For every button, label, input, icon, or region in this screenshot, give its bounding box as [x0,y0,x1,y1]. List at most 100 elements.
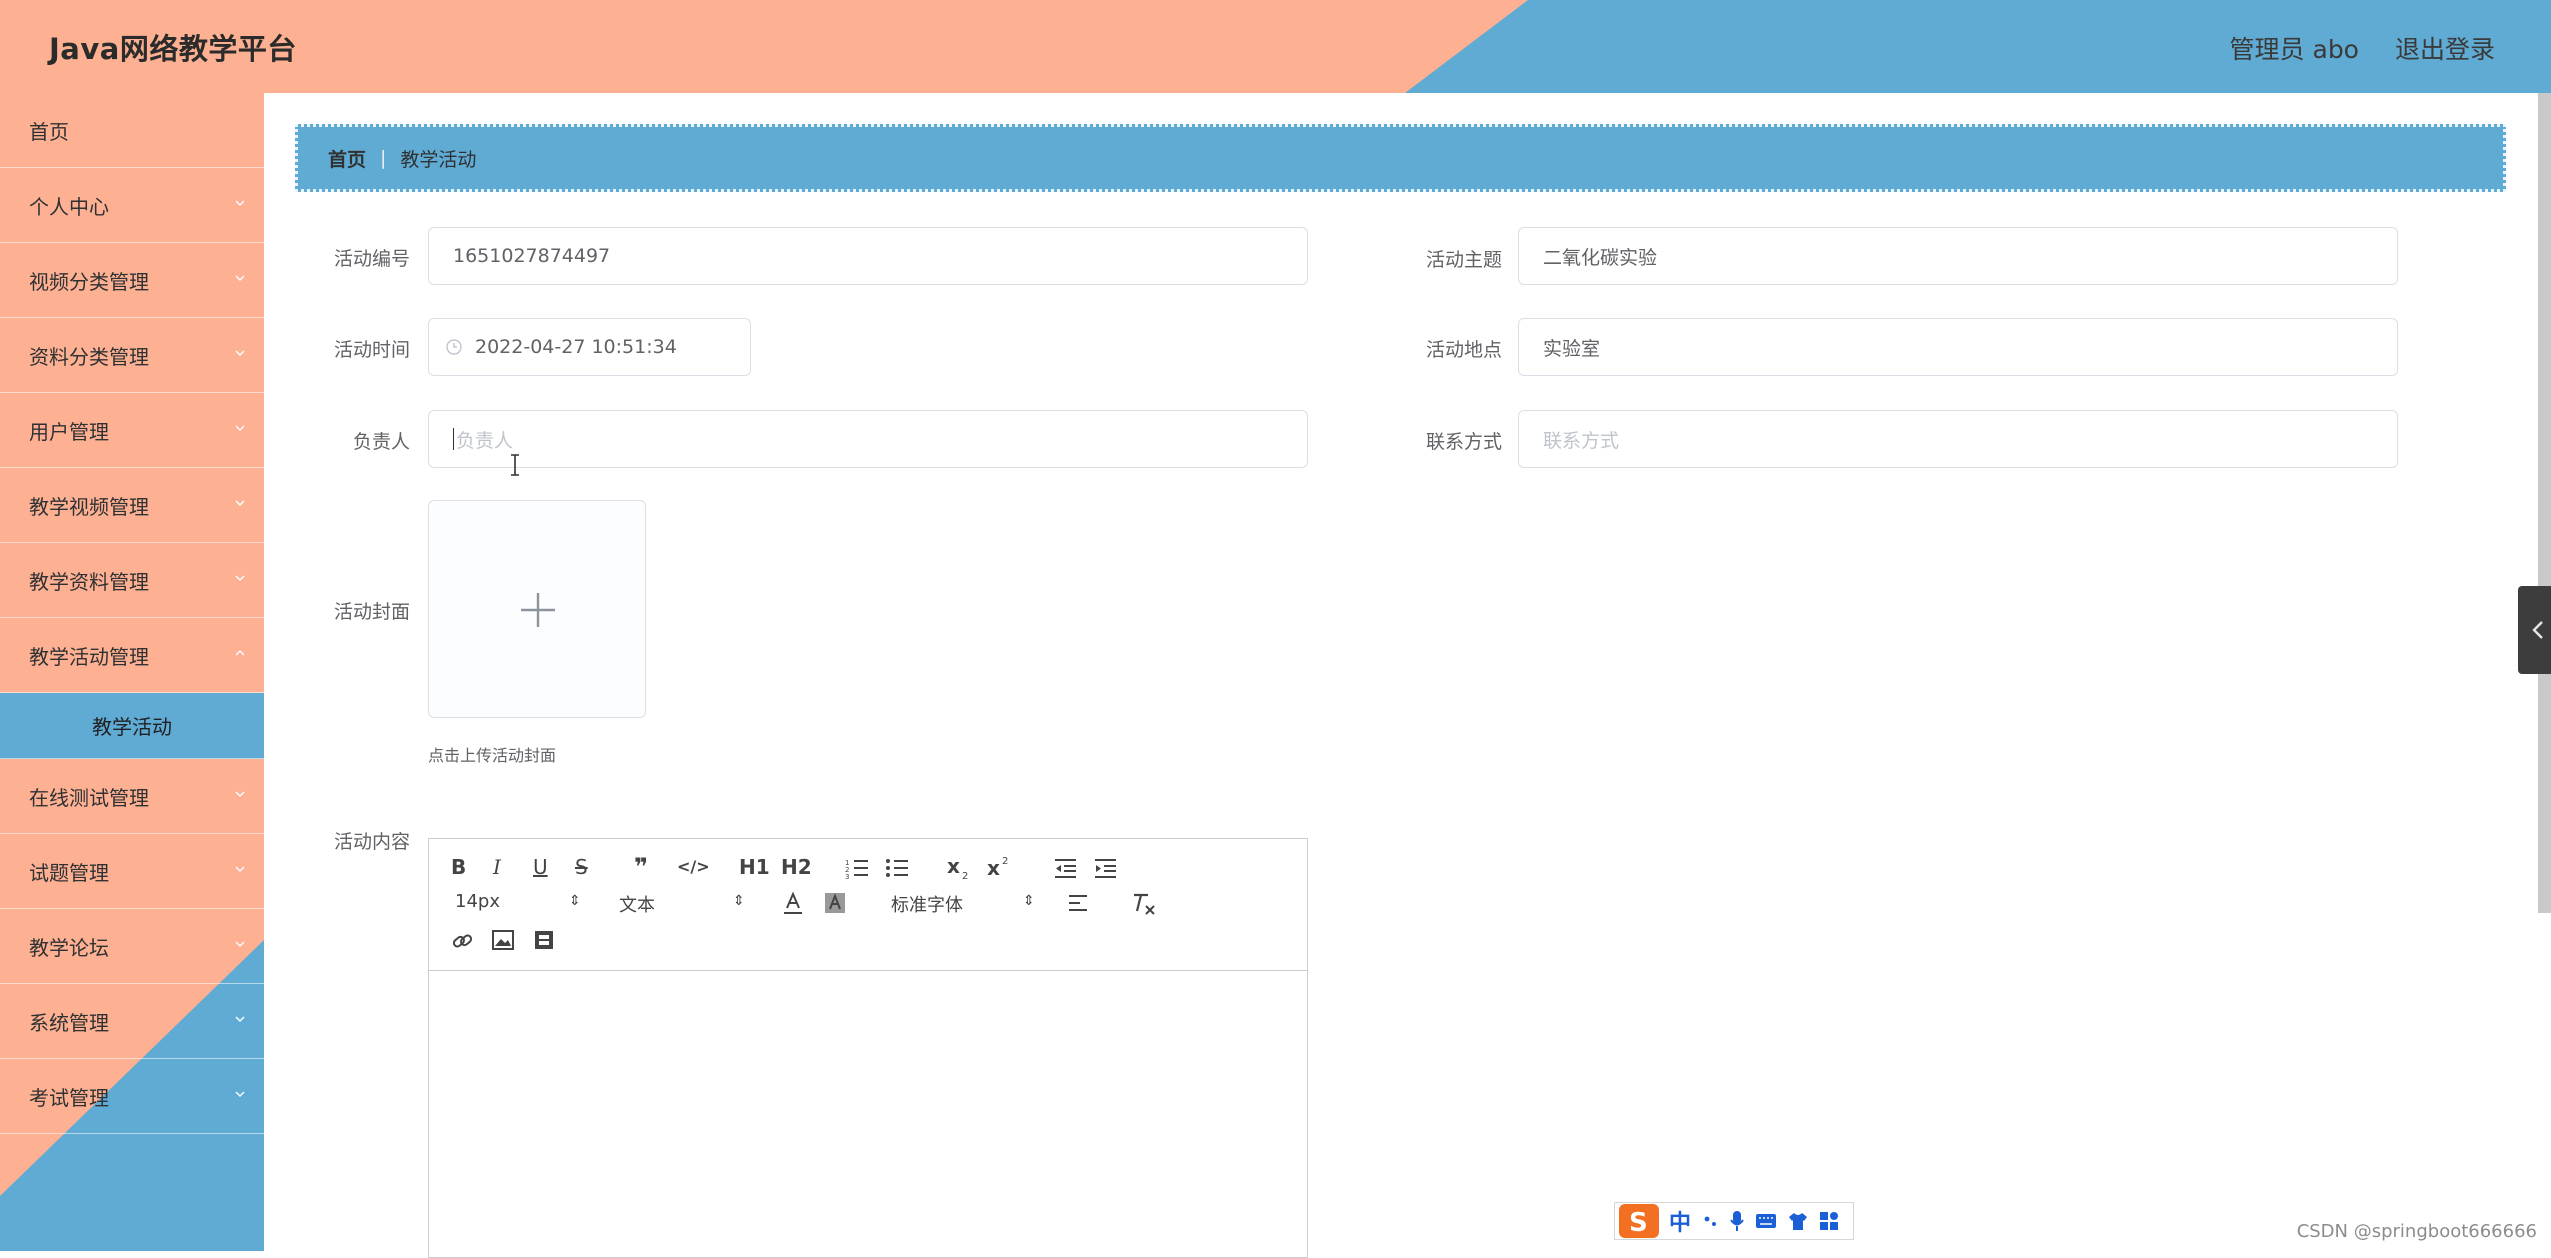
clear-format-icon[interactable] [1131,891,1157,917]
sidebar-item[interactable]: 教学活动管理 [0,618,264,693]
sidebar-item[interactable]: 个人中心 [0,168,264,243]
indent-icon[interactable] [1093,857,1117,879]
outdent-icon[interactable] [1053,857,1077,879]
chevron-down-icon [235,1091,245,1097]
select-arrows-icon: ⇕ [569,893,581,909]
text-color-icon[interactable] [781,891,805,915]
breadcrumb: 首页 | 教学活动 [295,124,2506,192]
location-field[interactable]: 实验室 [1518,318,2398,376]
sidebar-item-label: 教学论坛 [29,935,109,960]
sogou-logo-icon[interactable]: S [1619,1204,1659,1238]
leader-field[interactable]: 负责人 [428,410,1308,468]
header-select-value: 文本 [619,895,655,916]
sidebar-item[interactable]: 考试管理 [0,1059,264,1134]
chevron-down-icon [235,200,245,206]
subscript-icon[interactable]: x 2 [947,855,973,881]
chevron-down-icon [235,275,245,281]
svg-text:3: 3 [845,873,849,879]
cover-uploader[interactable] [428,500,646,718]
header-select[interactable]: 文本 ⇕ [619,891,749,917]
select-arrows-icon: ⇕ [1023,893,1035,909]
ordered-list-icon[interactable]: 1 2 3 [845,857,869,879]
link-icon[interactable] [451,929,475,953]
time-label: 活动时间 [333,339,410,361]
font-family-value: 标准字体 [891,895,963,916]
sidebar-item[interactable]: 教学论坛 [0,909,264,984]
leader-placeholder: 负责人 [456,429,514,452]
underline-button[interactable]: U [533,855,548,879]
ime-toolbar: S 中 [1614,1202,1854,1240]
toolbox-grid-icon[interactable] [1819,1211,1839,1231]
font-size-value: 14px [455,891,500,912]
watermark-text: CSDN @springboot666666 [2296,1221,2537,1242]
svg-text:x: x [947,855,960,878]
sidebar: 首页个人中心视频分类管理 资料分类管理 用户管理教学视频管理教学资料管理教学活动管理… [0,93,264,1251]
sidebar-item[interactable]: 在线测试管理 [0,759,264,834]
sidebar-item[interactable]: 试题管理 [0,834,264,909]
page-scrollbar[interactable] [2538,93,2551,913]
topic-field[interactable]: 二氧化碳实验 [1518,227,2398,285]
bullet-list-icon[interactable] [885,857,909,879]
sidebar-item-label: 试题管理 [29,860,109,885]
code-block-button[interactable]: </> [677,857,710,876]
header-background [0,0,1528,93]
content-label: 活动内容 [333,831,410,853]
contact-label: 联系方式 [1425,431,1502,453]
editor-toolbar: B I U S ❞ </> H1 H2 1 2 3 x 2 x 2 14px ⇕… [429,839,1307,971]
video-icon[interactable] [533,929,555,951]
breadcrumb-current: 教学活动 [400,148,477,171]
image-icon[interactable] [491,929,515,951]
breadcrumb-home[interactable]: 首页 [328,145,366,172]
sidebar-subitem-active[interactable]: 教学活动 [0,693,264,759]
side-panel-toggle[interactable] [2518,586,2551,674]
punctuation-icon[interactable] [1701,1211,1719,1231]
contact-field[interactable]: 联系方式 [1518,410,2398,468]
editor-content-area[interactable] [429,972,1307,1257]
time-picker[interactable]: 2022-04-27 10:51:34 [428,318,751,376]
sidebar-item-label: 教学视频管理 [29,494,149,519]
select-arrows-icon: ⇕ [733,893,745,909]
strike-button[interactable]: S [575,855,588,879]
time-value: 2022-04-27 10:51:34 [475,336,677,358]
keyboard-icon[interactable] [1755,1212,1777,1230]
bold-button[interactable]: B [451,855,466,879]
blockquote-button[interactable]: ❞ [634,853,648,881]
chevron-down-icon [235,866,245,872]
clock-icon [446,339,462,355]
cover-label: 活动封面 [333,601,410,623]
font-family-select[interactable]: 标准字体 ⇕ [891,891,1039,917]
sidebar-item[interactable]: 用户管理 [0,393,264,468]
chevron-down-icon [235,650,245,656]
align-icon[interactable] [1067,893,1091,915]
app-title: Java网络教学平台 [49,32,297,66]
skin-shirt-icon[interactable] [1787,1211,1809,1231]
sidebar-item-label: 在线测试管理 [29,785,149,810]
sidebar-item[interactable]: 教学资料管理 [0,543,264,618]
current-user-label: 管理员 abo [2229,35,2359,64]
activity-no-field[interactable]: 1651027874497 [428,227,1308,285]
activity-no-label: 活动编号 [333,248,410,270]
leader-label: 负责人 [352,431,410,453]
sidebar-item-label: 考试管理 [29,1085,109,1110]
contact-placeholder: 联系方式 [1543,429,1620,452]
background-color-icon[interactable] [823,891,847,915]
sidebar-item-label: 教学活动管理 [29,644,149,669]
sidebar-item-label: 系统管理 [29,1010,109,1035]
microphone-icon[interactable] [1729,1209,1745,1233]
heading2-button[interactable]: H2 [781,855,812,879]
logout-button[interactable]: 退出登录 [2395,30,2495,66]
sidebar-item[interactable]: 视频分类管理 [0,243,264,318]
sidebar-item[interactable]: 首页 [0,93,264,168]
font-size-select[interactable]: 14px ⇕ [455,891,585,912]
italic-button[interactable]: I [493,855,501,879]
sidebar-item[interactable]: 资料分类管理 [0,318,264,393]
ime-mode-toggle[interactable]: 中 [1669,1205,1691,1237]
sidebar-item[interactable]: 教学视频管理 [0,468,264,543]
svg-text:x: x [987,856,1000,879]
sidebar-item[interactable]: 系统管理 [0,984,264,1059]
sidebar-item-label: 个人中心 [29,194,109,219]
heading1-button[interactable]: H1 [739,855,770,879]
svg-text:2: 2 [962,871,968,881]
topic-label: 活动主题 [1425,249,1502,271]
superscript-icon[interactable]: x 2 [987,853,1013,879]
